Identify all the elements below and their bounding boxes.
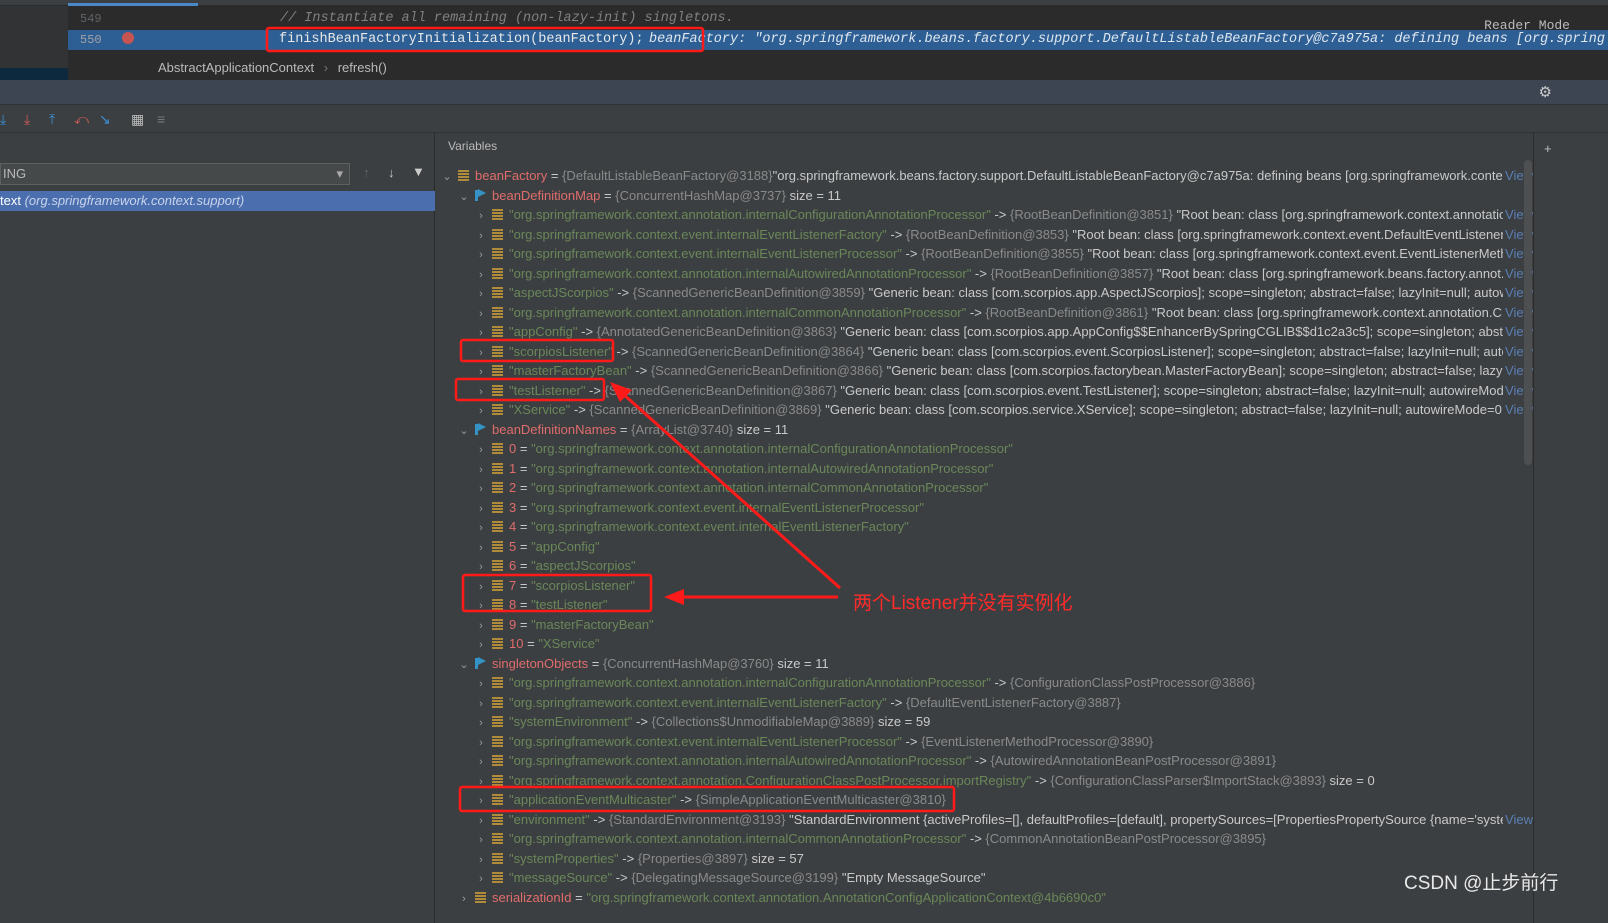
highlight-box-names <box>461 573 653 613</box>
annotation-arrow-line <box>620 391 842 590</box>
annotation-overlay <box>265 26 956 813</box>
highlight-box-multicaster <box>458 785 956 813</box>
highlight-box-testListener <box>454 377 606 402</box>
highlight-box-scorpiosListener <box>459 338 615 363</box>
arrowhead <box>664 589 684 605</box>
watermark: CSDN @止步前行 <box>1404 873 1559 894</box>
annotation-text: 两个Listener并没有实例化 <box>853 593 1073 614</box>
highlight-box-code <box>265 26 705 53</box>
